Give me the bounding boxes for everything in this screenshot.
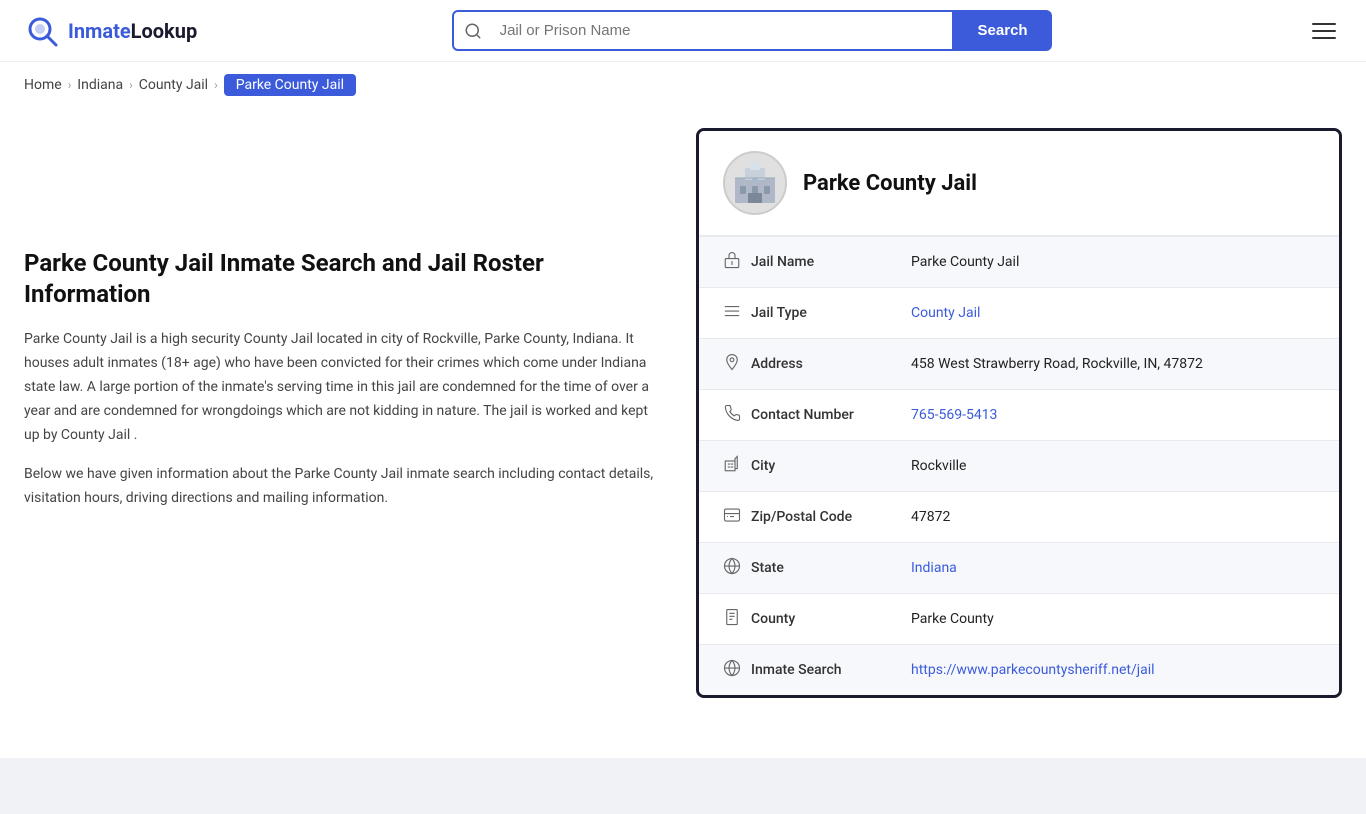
- zip-value: 47872: [911, 509, 950, 525]
- jail-name-label: Jail Name: [751, 254, 911, 270]
- phone-icon: [723, 404, 751, 426]
- zip-icon: [723, 506, 751, 528]
- table-row: Address 458 West Strawberry Road, Rockvi…: [699, 338, 1339, 389]
- jail-type-label: Jail Type: [751, 305, 911, 321]
- inmate-search-icon: [723, 659, 751, 681]
- table-row: Jail Name Parke County Jail: [699, 236, 1339, 287]
- breadcrumb-current: Parke County Jail: [224, 74, 356, 96]
- county-label: County: [751, 611, 911, 627]
- inmate-search-value: https://www.parkecountysheriff.net/jail: [911, 662, 1155, 678]
- breadcrumb-home[interactable]: Home: [24, 77, 62, 93]
- facility-image: [730, 158, 780, 208]
- zip-label: Zip/Postal Code: [751, 509, 911, 525]
- state-label: State: [751, 560, 911, 576]
- facility-avatar: [723, 151, 787, 215]
- table-row: Zip/Postal Code 47872: [699, 491, 1339, 542]
- left-panel: Parke County Jail Inmate Search and Jail…: [24, 128, 664, 527]
- county-value: Parke County: [911, 611, 994, 627]
- breadcrumb-sep-1: ›: [68, 78, 72, 92]
- city-icon: [723, 455, 751, 477]
- info-card: Parke County Jail Jail Name Parke County…: [696, 128, 1342, 698]
- type-icon: [723, 302, 751, 324]
- inmate-search-link[interactable]: https://www.parkecountysheriff.net/jail: [911, 662, 1155, 678]
- breadcrumb-sep-3: ›: [214, 78, 218, 92]
- address-icon: [723, 353, 751, 375]
- info-table: Jail Name Parke County Jail Jail Type Co…: [699, 236, 1339, 695]
- hamburger-line-3: [1312, 37, 1336, 39]
- logo-icon: [24, 13, 60, 49]
- main-content: Parke County Jail Inmate Search and Jail…: [0, 108, 1366, 718]
- breadcrumb: Home › Indiana › County Jail › Parke Cou…: [0, 62, 1366, 108]
- right-panel: Parke County Jail Jail Name Parke County…: [696, 128, 1342, 698]
- table-row: State Indiana: [699, 542, 1339, 593]
- search-icon: [454, 22, 492, 40]
- breadcrumb-indiana[interactable]: Indiana: [77, 77, 123, 93]
- page-title: Parke County Jail Inmate Search and Jail…: [24, 248, 664, 310]
- state-icon: [723, 557, 751, 579]
- breadcrumb-county-jail[interactable]: County Jail: [139, 77, 208, 93]
- table-row: Contact Number 765-569-5413: [699, 389, 1339, 440]
- inmate-search-label: Inmate Search: [751, 662, 911, 678]
- jail-type-link[interactable]: County Jail: [911, 305, 980, 321]
- address-value: 458 West Strawberry Road, Rockville, IN,…: [911, 356, 1203, 372]
- contact-label: Contact Number: [751, 407, 911, 423]
- hamburger-line-2: [1312, 30, 1336, 32]
- city-label: City: [751, 458, 911, 474]
- page-description-1: Parke County Jail is a high security Cou…: [24, 328, 664, 447]
- search-button[interactable]: Search: [954, 10, 1052, 51]
- card-facility-name: Parke County Jail: [803, 171, 977, 196]
- logo-text: InmateLookup: [68, 19, 197, 43]
- contact-link[interactable]: 765-569-5413: [911, 407, 997, 423]
- site-header: InmateLookup Search: [0, 0, 1366, 62]
- search-form: Search: [452, 10, 1052, 51]
- logo-link[interactable]: InmateLookup: [24, 13, 197, 49]
- table-row: County Parke County: [699, 593, 1339, 644]
- jail-type-value: County Jail: [911, 305, 980, 321]
- state-value: Indiana: [911, 560, 957, 576]
- state-link[interactable]: Indiana: [911, 560, 957, 576]
- footer-bar: [0, 758, 1366, 814]
- jail-icon: [723, 251, 751, 273]
- hamburger-menu[interactable]: [1306, 17, 1342, 45]
- table-row: Inmate Search https://www.parkecountyshe…: [699, 644, 1339, 695]
- address-label: Address: [751, 356, 911, 372]
- table-row: Jail Type County Jail: [699, 287, 1339, 338]
- county-icon: [723, 608, 751, 630]
- contact-value: 765-569-5413: [911, 407, 997, 423]
- breadcrumb-sep-2: ›: [129, 78, 133, 92]
- card-header: Parke County Jail: [699, 131, 1339, 236]
- table-row: City Rockville: [699, 440, 1339, 491]
- search-wrapper: [452, 10, 954, 51]
- city-value: Rockville: [911, 458, 966, 474]
- jail-name-value: Parke County Jail: [911, 254, 1019, 270]
- page-description-2: Below we have given information about th…: [24, 463, 664, 511]
- hamburger-line-1: [1312, 23, 1336, 25]
- search-input[interactable]: [492, 12, 952, 49]
